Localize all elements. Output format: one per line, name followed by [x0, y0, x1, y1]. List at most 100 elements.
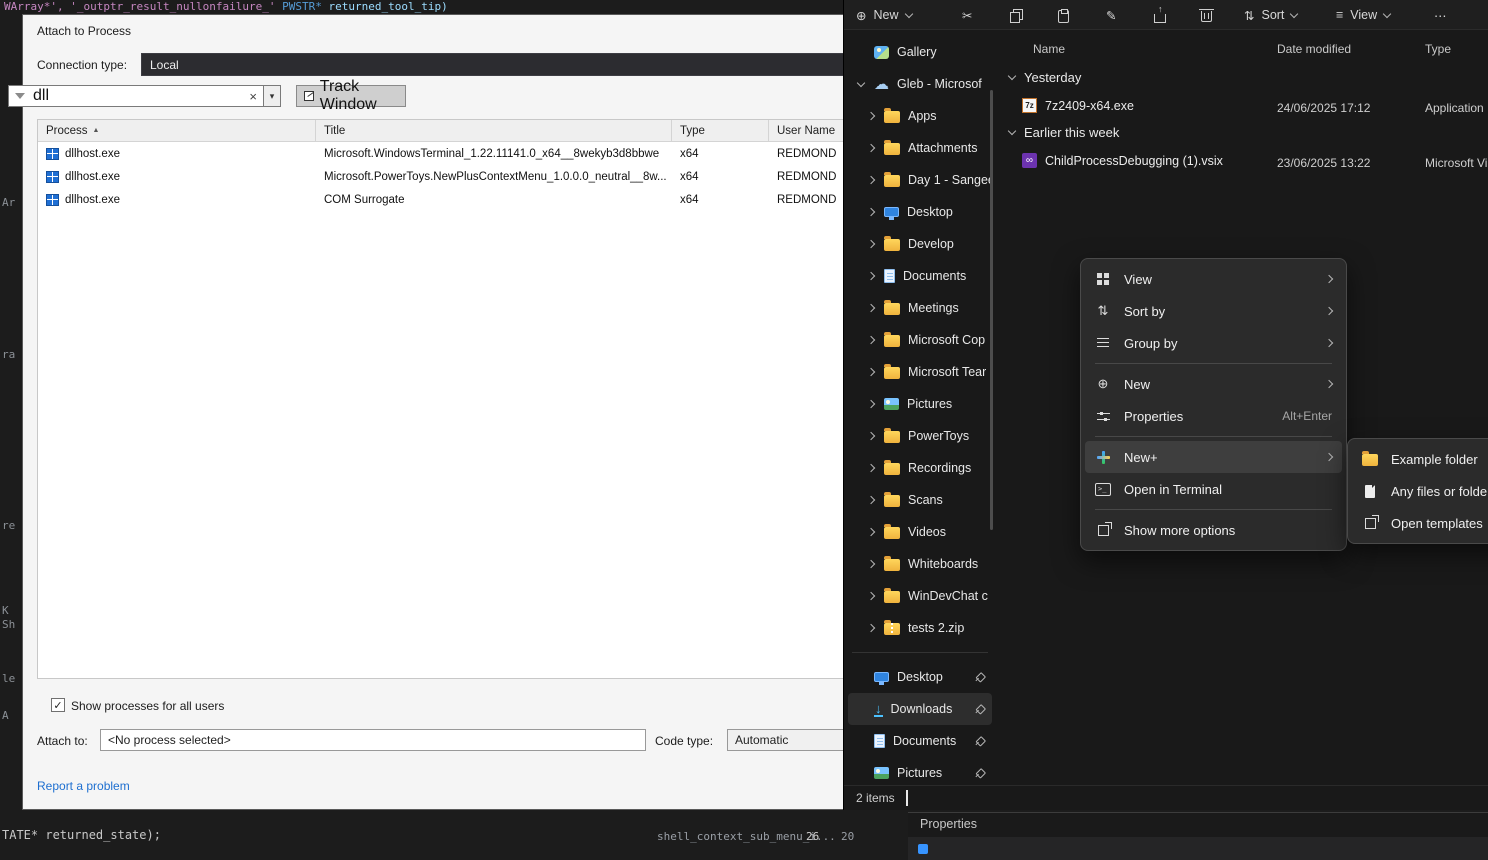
sidebar-item-documents-pinned[interactable]: Documents	[848, 725, 992, 757]
view-button[interactable]: ≡ View	[1336, 0, 1390, 30]
submenu-item-any-files[interactable]: Any files or folde	[1352, 475, 1488, 507]
chevron-right-icon[interactable]	[867, 400, 875, 408]
chevron-down-icon[interactable]	[1008, 127, 1016, 135]
menu-item-properties[interactable]: Properties Alt+Enter	[1085, 400, 1342, 432]
menu-item-new[interactable]: ⊕ New	[1085, 368, 1342, 400]
sidebar-item-label: Develop	[908, 237, 954, 251]
chevron-right-icon[interactable]	[867, 144, 875, 152]
sidebar-item-scans[interactable]: Scans	[848, 484, 992, 516]
share-button[interactable]	[1154, 0, 1166, 30]
check-icon: ✓	[53, 699, 62, 712]
code-type-select[interactable]: Automatic	[727, 729, 846, 751]
new-button[interactable]: ⊕ New	[856, 0, 912, 30]
sidebar-item-desktop-pinned[interactable]: Desktop	[848, 661, 992, 693]
chevron-right-icon[interactable]	[867, 368, 875, 376]
menu-item-newplus[interactable]: New+	[1085, 441, 1342, 473]
sidebar-item-apps[interactable]: Apps	[848, 100, 992, 132]
rename-button[interactable]: ✎	[1106, 0, 1116, 30]
chevron-right-icon[interactable]	[867, 432, 875, 440]
menu-item-group-by[interactable]: Group by	[1085, 327, 1342, 359]
menu-item-sort-by[interactable]: ⇅ Sort by	[1085, 295, 1342, 327]
submenu-item-open-templates[interactable]: Open templates	[1352, 507, 1488, 539]
menu-item-show-more-options[interactable]: Show more options	[1085, 514, 1342, 546]
copy-button[interactable]	[1010, 0, 1022, 30]
column-header-title[interactable]: Title	[316, 120, 672, 141]
sidebar-item-tests-zip[interactable]: tests 2.zip	[848, 612, 992, 644]
group-header-earlier-this-week[interactable]: Earlier this week	[1009, 125, 1119, 140]
more-options-button[interactable]: ⋯	[1434, 0, 1447, 30]
sidebar-item-pictures-onedrive[interactable]: Pictures	[848, 388, 992, 420]
sidebar-item-microsoft-copilot[interactable]: Microsoft Cop	[848, 324, 992, 356]
sidebar-item-develop[interactable]: Develop	[848, 228, 992, 260]
clear-filter-icon[interactable]: ×	[249, 89, 257, 104]
sidebar-item-downloads-pinned[interactable]: ↓Downloads	[848, 693, 992, 725]
delete-button[interactable]	[1201, 0, 1212, 30]
menu-item-view[interactable]: View	[1085, 263, 1342, 295]
attach-to-value: <No process selected>	[108, 733, 231, 747]
file-row-7z[interactable]: 7z 7z2409-x64.exe	[1022, 98, 1134, 113]
chevron-right-icon	[1325, 380, 1333, 388]
chevron-right-icon[interactable]	[867, 496, 875, 504]
chevron-right-icon[interactable]	[867, 560, 875, 568]
submenu-item-example-folder[interactable]: Example folder	[1352, 443, 1488, 475]
process-filter-input[interactable]: dll ×	[8, 85, 264, 107]
column-header-type[interactable]: Type	[1425, 42, 1451, 56]
chevron-right-icon[interactable]	[867, 464, 875, 472]
chevron-right-icon[interactable]	[867, 208, 875, 216]
folder-icon	[884, 495, 900, 507]
show-all-users-checkbox[interactable]: ✓	[51, 698, 65, 712]
menu-item-label: Example folder	[1391, 452, 1478, 467]
chevron-right-icon	[1325, 307, 1333, 315]
column-header-date-modified[interactable]: Date modified	[1277, 42, 1351, 56]
more-icon: ⋯	[1434, 8, 1447, 23]
file-row-vsix[interactable]: ∞ ChildProcessDebugging (1).vsix	[1022, 153, 1223, 168]
column-header-type[interactable]: Type	[672, 120, 769, 141]
chevron-right-icon[interactable]	[867, 112, 875, 120]
table-row[interactable]: dllhost.exe COM Surrogate x64 REDMOND	[38, 188, 844, 211]
connection-type-select[interactable]: Local	[141, 53, 845, 76]
sidebar-item-desktop-onedrive[interactable]: Desktop	[848, 196, 992, 228]
track-window-button[interactable]: Track Window	[296, 85, 406, 107]
sidebar-item-powertoys[interactable]: PowerToys	[848, 420, 992, 452]
sidebar-item-whiteboards[interactable]: Whiteboards	[848, 548, 992, 580]
sidebar-item-onedrive[interactable]: ☁ Gleb - Microsof	[848, 68, 992, 100]
chevron-right-icon[interactable]	[867, 176, 875, 184]
table-row[interactable]: dllhost.exe Microsoft.WindowsTerminal_1.…	[38, 142, 844, 165]
paste-button[interactable]	[1058, 0, 1069, 30]
sidebar-item-microsoft-teams[interactable]: Microsoft Tear	[848, 356, 992, 388]
chevron-down-icon[interactable]	[1008, 72, 1016, 80]
cut-button[interactable]: ✂	[962, 0, 972, 30]
sidebar-item-day1[interactable]: Day 1 - Sangee	[848, 164, 992, 196]
properties-icon	[1097, 411, 1110, 422]
chevron-right-icon[interactable]	[867, 304, 875, 312]
filter-dropdown-button[interactable]: ▾	[264, 85, 281, 107]
sidebar-item-pictures-pinned[interactable]: Pictures	[848, 757, 992, 785]
menu-item-open-in-terminal[interactable]: >_ Open in Terminal	[1085, 473, 1342, 505]
sort-button[interactable]: ⇅ Sort	[1244, 0, 1297, 30]
codelens-count[interactable]: 26	[806, 830, 819, 843]
table-row[interactable]: dllhost.exe Microsoft.PowerToys.NewPlusC…	[38, 165, 844, 188]
report-problem-link[interactable]: Report a problem	[37, 779, 130, 793]
sidebar-item-documents-onedrive[interactable]: Documents	[848, 260, 992, 292]
code-type-label: Code type:	[655, 734, 713, 748]
sidebar-item-videos[interactable]: Videos	[848, 516, 992, 548]
column-header-process[interactable]: Process ▲	[38, 120, 316, 141]
sidebar-item-meetings[interactable]: Meetings	[848, 292, 992, 324]
chevron-right-icon[interactable]	[867, 240, 875, 248]
chevron-right-icon[interactable]	[867, 624, 875, 632]
column-header-name[interactable]: Name	[1033, 42, 1065, 56]
chevron-right-icon[interactable]	[867, 272, 875, 280]
chevron-right-icon[interactable]	[867, 528, 875, 536]
column-header-username[interactable]: User Name	[769, 120, 844, 141]
chevron-right-icon[interactable]	[867, 592, 875, 600]
chevron-down-icon[interactable]	[857, 78, 865, 86]
sidebar-item-windevchat[interactable]: WinDevChat c	[848, 580, 992, 612]
attach-to-field[interactable]: <No process selected>	[100, 729, 646, 751]
show-all-users-label[interactable]: Show processes for all users	[71, 699, 224, 713]
sidebar-item-recordings[interactable]: Recordings	[848, 452, 992, 484]
chevron-right-icon[interactable]	[867, 336, 875, 344]
sidebar-item-attachments[interactable]: Attachments	[848, 132, 992, 164]
group-header-yesterday[interactable]: Yesterday	[1009, 70, 1081, 85]
sidebar-scrollbar[interactable]	[990, 90, 993, 530]
sidebar-item-gallery[interactable]: Gallery	[848, 36, 992, 68]
